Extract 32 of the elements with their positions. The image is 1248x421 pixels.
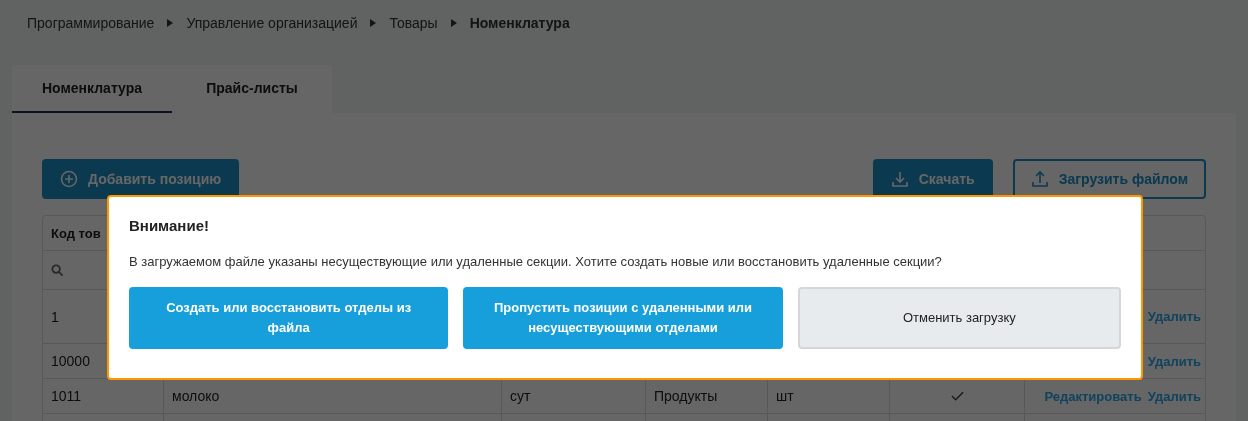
caret-icon: [449, 18, 458, 28]
caret-icon: [369, 18, 378, 28]
breadcrumb-item[interactable]: Товары: [389, 15, 438, 31]
table-link[interactable]: Редактировать: [1044, 388, 1142, 404]
table-cell: молоко: [172, 388, 220, 404]
table-cell: шт: [776, 388, 794, 404]
tab[interactable]: Прайс-листы: [172, 65, 332, 113]
table-cell: Продукты: [654, 388, 718, 404]
table-link[interactable]: Удалить: [1147, 388, 1201, 404]
caret-icon: [166, 18, 175, 28]
dialog-title: Внимание!: [129, 217, 210, 234]
column-header: Код тов: [51, 225, 101, 241]
dialog-button[interactable]: Создать или восстановить отделы из файла: [129, 287, 449, 349]
dialog-button[interactable]: Отменить загрузку: [797, 287, 1121, 349]
dialog-button[interactable]: Пропустить позиции с удаленными или несуществующими отделами: [463, 287, 783, 349]
plus-circle-icon: [60, 170, 78, 188]
table-cell: сут: [510, 388, 531, 404]
breadcrumb-item[interactable]: Управление организацией: [186, 15, 358, 31]
breadcrumb-item[interactable]: Программирование: [27, 15, 155, 31]
download-icon: [890, 170, 909, 188]
table-link[interactable]: Удалить: [1147, 309, 1201, 324]
add-position-button[interactable]: Добавить позицию: [42, 159, 240, 199]
table-link[interactable]: Удалить: [1147, 353, 1201, 369]
upload-icon: [1030, 170, 1049, 188]
upload-button[interactable]: Загрузить файлом: [1012, 159, 1206, 199]
table-cell: 1011: [51, 388, 82, 404]
breadcrumb-item: Номенклатура: [469, 15, 570, 31]
tab[interactable]: Номенклатура: [12, 65, 172, 113]
table-cell: 10000: [51, 353, 90, 369]
search-icon: [51, 263, 64, 277]
table-cell: 1: [51, 308, 59, 325]
dialog-message: В загружаемом файле указаны несуществующие или удаленные секции. Хотите создать новые или восстановить удаленные секции?: [129, 254, 943, 269]
